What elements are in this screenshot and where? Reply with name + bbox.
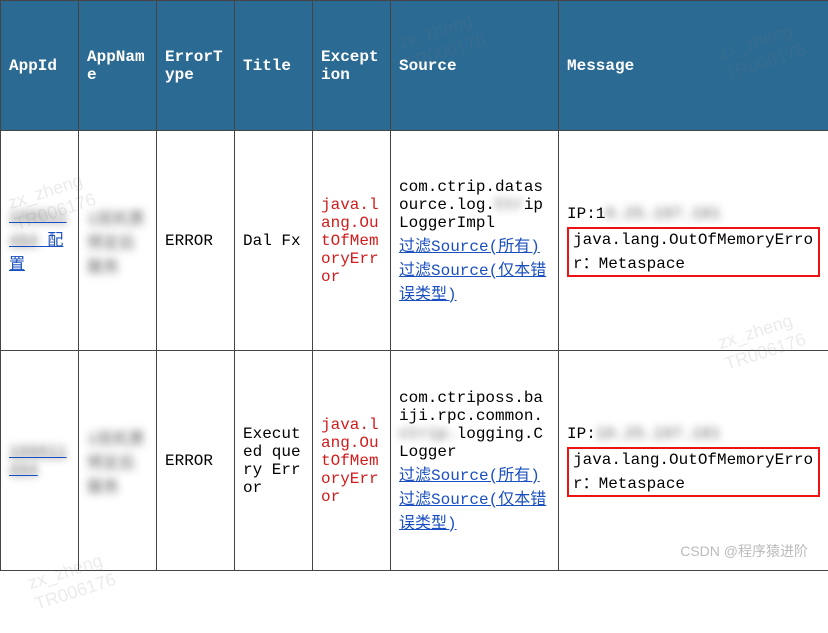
header-source: Source [391,1,559,131]
source-classpath: com.ctrip.datasource.log.CtripLoggerImpl [399,178,543,232]
appid-link[interactable]: 100011 494 [9,443,67,479]
table-row: 100011 494 配置 1班机票预定后服务 ERROR Dal Fx jav… [1,131,828,351]
ip-value: 0.25.197.181 [605,205,720,223]
filter-source-all-link[interactable]: 过滤Source(所有) [399,467,540,485]
appname-text: 1班机票预定后服务 [87,431,145,497]
header-appid: AppId [1,1,79,131]
cell-message: IP:10.25.197.181 java.lang.OutOfMemoryEr… [559,131,828,351]
cell-title: Executed query Error [235,351,313,571]
source-classpath: com.ctriposs.baiji.rpc.common.ctrip.logg… [399,389,543,461]
appname-text: 1班机票预定后服务 [87,211,145,277]
cell-exception: java.lang.OutOfMemoryError [313,351,391,571]
error-highlight-box: java.lang.OutOfMemoryError：Metaspace [567,447,820,497]
cell-exception: java.lang.OutOfMemoryError [313,131,391,351]
filter-source-all-link[interactable]: 过滤Source(所有) [399,238,540,256]
header-exception: Exception [313,1,391,131]
cell-message: IP:10.25.197.181 java.lang.OutOfMemoryEr… [559,351,828,571]
ip-value: 10.25.197.181 [596,425,721,443]
appid-link[interactable]: 100011 494 配置 [9,208,67,274]
error-log-table: AppId AppName ErrorType Title Exception … [0,0,828,571]
header-errortype: ErrorType [157,1,235,131]
table-row: 100011 494 1班机票预定后服务 ERROR Executed quer… [1,351,828,571]
cell-errortype: ERROR [157,131,235,351]
filter-source-type-link[interactable]: 过滤Source(仅本错误类型) [399,491,546,533]
cell-appid: 100011 494 配置 [1,131,79,351]
cell-source: com.ctriposs.baiji.rpc.common.ctrip.logg… [391,351,559,571]
ip-label: IP:1 [567,205,605,223]
cell-appid: 100011 494 [1,351,79,571]
error-highlight-box: java.lang.OutOfMemoryError：Metaspace [567,227,820,277]
header-message: Message [559,1,828,131]
cell-errortype: ERROR [157,351,235,571]
header-appname: AppName [79,1,157,131]
credit-text: CSDN @程序猿进阶 [680,541,808,561]
exception-text: java.lang.OutOfMemoryError [321,416,379,506]
ip-label: IP: [567,425,596,443]
header-title: Title [235,1,313,131]
filter-source-type-link[interactable]: 过滤Source(仅本错误类型) [399,262,546,304]
header-row: AppId AppName ErrorType Title Exception … [1,1,828,131]
cell-title: Dal Fx [235,131,313,351]
cell-appname: 1班机票预定后服务 [79,351,157,571]
cell-source: com.ctrip.datasource.log.CtripLoggerImpl… [391,131,559,351]
exception-text: java.lang.OutOfMemoryError [321,196,379,286]
cell-appname: 1班机票预定后服务 [79,131,157,351]
